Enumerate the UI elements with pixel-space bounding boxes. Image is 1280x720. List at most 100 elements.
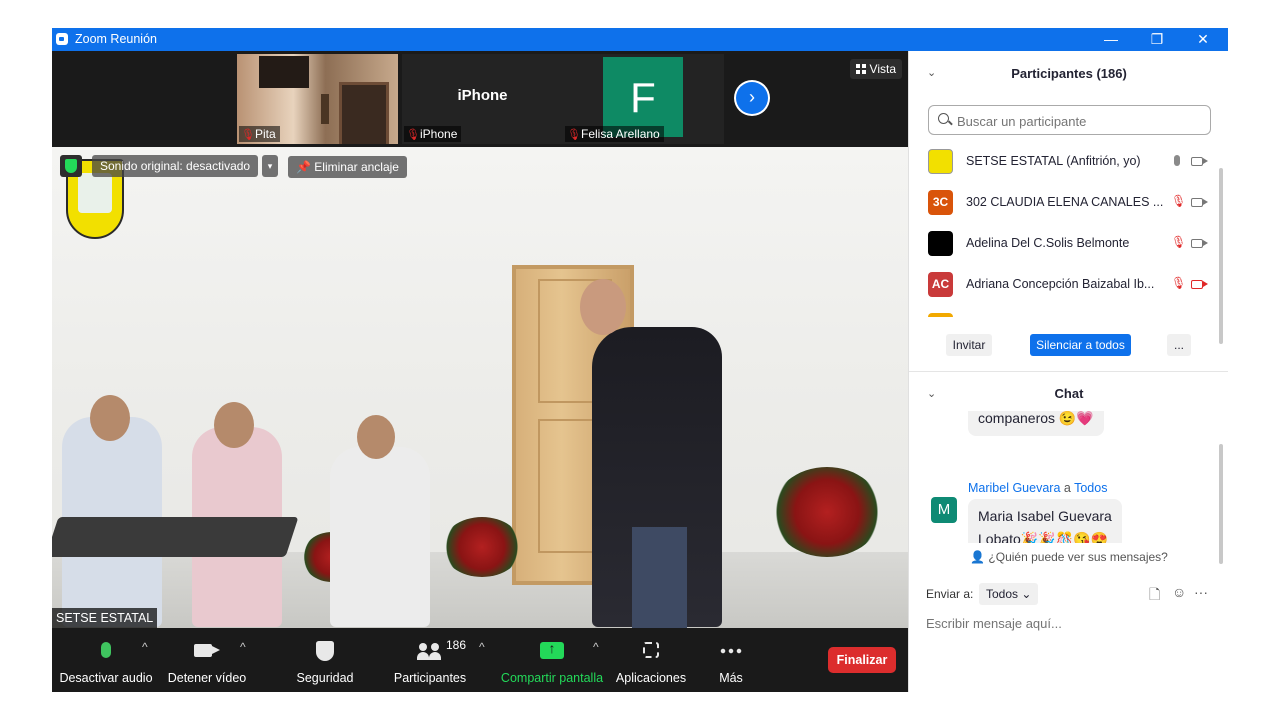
chat-title: Chat [1054,386,1084,401]
video-icon[interactable] [1191,239,1208,248]
video-icon[interactable] [1191,157,1208,166]
invite-button[interactable]: Invitar [946,334,992,356]
head-shape [90,395,130,441]
participant-strip: 🎙Pita iPhone 🎙iPhone F 🎙Felisa Arellano … [52,51,908,147]
video-off-icon[interactable] [1191,280,1208,289]
send-to-select[interactable]: Todos ⌄ [979,583,1039,605]
thumb-pita[interactable]: 🎙Pita [237,54,398,144]
encryption-shield-icon[interactable] [60,155,82,177]
share-screen-button[interactable]: Compartir pantalla [498,628,606,692]
apps-button[interactable]: Aplicaciones [612,628,690,692]
avatar: M [931,497,957,523]
apps-icon [643,642,659,658]
who-can-see-label: ¿Quién puede ver sus mensajes? [988,550,1168,564]
original-sound-button[interactable]: Sonido original: desactivado [92,155,259,177]
avatar [928,231,953,256]
participant-name: 302 CLAUDIA ELENA CANALES ... [966,195,1164,209]
next-page-button[interactable]: › [736,82,768,114]
search-icon [938,113,949,124]
thumb-felisa[interactable]: F 🎙Felisa Arellano [563,54,724,144]
mute-all-button[interactable]: Silenciar a todos [1030,334,1131,356]
close-button[interactable]: ✕ [1180,28,1226,51]
share-label: Compartir pantalla [500,671,604,685]
chat-more-button[interactable]: ··· [1194,584,1208,600]
head-shape [357,415,395,459]
participants-count: 186 [446,638,467,652]
camera-icon [194,644,220,657]
participants-header: ⌄ Participantes (186) [909,51,1228,95]
chat-sender[interactable]: Maribel Guevara [968,481,1060,495]
participant-row[interactable]: SETSE ESTATAL (Anfitrión, yo) [909,141,1219,182]
participants-options-caret[interactable]: ^ [479,640,485,654]
more-dots-icon [719,648,743,654]
share-screen-icon [540,640,564,659]
original-sound-caret[interactable]: ▾ [262,155,278,177]
audio-button[interactable]: Desactivar audio [58,628,154,692]
participants-more-button[interactable]: ... [1167,334,1191,356]
chat-recipient[interactable]: Todos [1074,481,1107,495]
zoom-app-icon [56,33,68,45]
side-panel: ⌄ Participantes (186) SETSE ESTATAL (Anf… [908,51,1228,692]
speaker-name-tag: SETSE ESTATAL [52,608,158,628]
audio-options-caret[interactable]: ^ [142,640,148,654]
mic-muted-icon: 🎙 [406,129,420,141]
participant-row[interactable]: Adelina Del C.Solis Belmonte 🎙 [909,223,1219,264]
grid-icon [855,64,866,74]
chat-message-input[interactable] [926,611,1216,635]
restore-button[interactable]: ❐ [1134,28,1180,51]
video-options-caret[interactable]: ^ [240,640,246,654]
share-options-caret[interactable]: ^ [593,640,599,654]
emoji-icon[interactable]: ☺ [1172,584,1186,600]
meeting-stage: 🎙Pita iPhone 🎙iPhone F 🎙Felisa Arellano … [52,51,908,692]
participant-name: SETSE ESTATAL (Anfitrión, yo) [966,154,1141,168]
window-title: Zoom Reunión [75,32,157,46]
avatar [928,313,953,317]
view-button[interactable]: Vista [849,59,902,79]
title-bar: Zoom Reunión — ❐ ✕ [52,28,1228,51]
who-can-see-link[interactable]: 👤 ¿Quién puede ver sus mensajes? [909,550,1228,564]
search-input[interactable] [955,109,1209,133]
microphone-icon[interactable] [1174,155,1180,166]
unpin-button[interactable]: 📌 Eliminar anclaje [288,156,407,178]
thumb-iphone[interactable]: iPhone 🎙iPhone [402,54,563,144]
chat-sender-line: Maribel Guevara a Todos [968,481,1107,495]
minimize-button[interactable]: — [1088,28,1134,51]
participant-search[interactable] [928,105,1211,135]
participant-row[interactable]: AC Adriana Concepción Baizabal Ib... 🎙 [909,264,1219,305]
mic-muted-icon[interactable]: 🎙 [1171,235,1186,251]
thumb-display-name: iPhone [457,87,508,104]
audio-label: Desactivar audio [59,671,153,685]
participant-list: SETSE ESTATAL (Anfitrión, yo) 3C 302 CLA… [909,141,1228,317]
mic-muted-icon[interactable]: 🎙 [1171,194,1186,210]
poinsettia-shape [442,517,522,577]
security-label: Seguridad [296,671,354,685]
shield-icon [316,641,334,661]
head-shape [580,279,626,335]
video-button[interactable]: Detener vídeo [162,628,252,692]
panel-divider [909,371,1228,372]
mic-muted-icon[interactable]: 🎙 [1171,276,1186,292]
thumb-name: Felisa Arellano [581,127,660,141]
participant-row[interactable] [909,305,1219,317]
thumb-name: Pita [255,127,276,141]
participants-label: Participantes [393,671,467,685]
thumb-name-tag: 🎙Pita [239,126,280,142]
participants-title: Participantes (186) [1011,66,1127,81]
thumb-name-tag: 🎙Felisa Arellano [565,126,664,142]
seated-person-shape [330,447,430,627]
active-speaker-video: Sonido original: desactivado ▾ 📌 Elimina… [52,147,908,628]
chat-scrollbar[interactable] [1219,444,1223,564]
security-button[interactable]: Seguridad [288,628,362,692]
more-button[interactable]: Más [708,628,754,692]
people-icon [417,643,443,661]
view-label: Vista [869,62,896,76]
participant-row[interactable]: 3C 302 CLAUDIA ELENA CANALES ... 🎙 [909,182,1219,223]
chat-messages: companeros 😉💗 Maribel Guevara a Todos M … [909,411,1219,543]
unpin-label: Eliminar anclaje [314,160,399,174]
end-meeting-button[interactable]: Finalizar [828,647,896,673]
avatar: 3C [928,190,953,215]
participants-scrollbar[interactable] [1219,168,1223,344]
chat-message-line: Maria Isabel Guevara [978,508,1112,524]
file-icon[interactable]: 🗋 [1149,584,1160,608]
video-icon[interactable] [1191,198,1208,207]
